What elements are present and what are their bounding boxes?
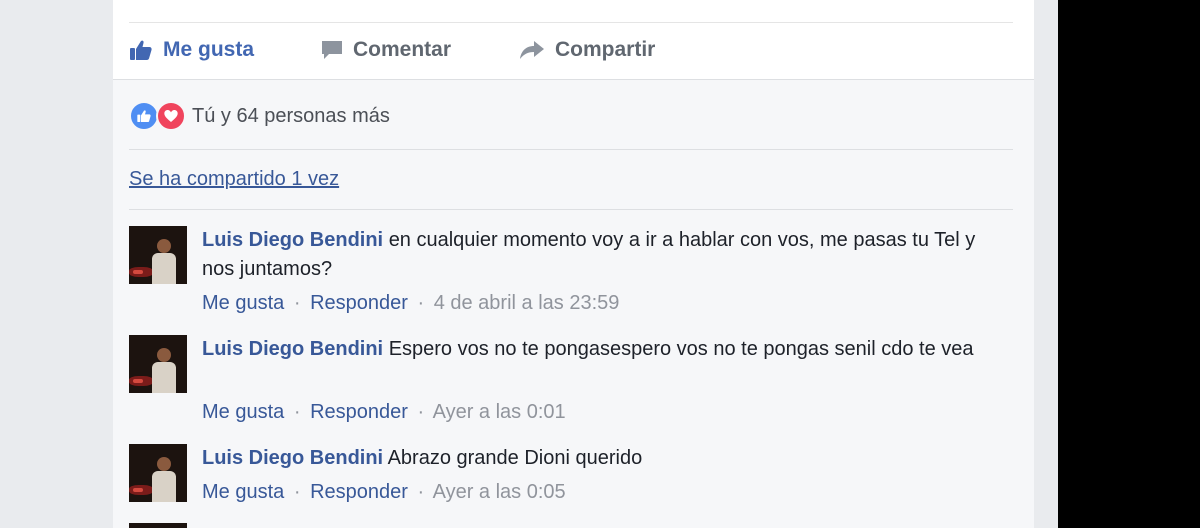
separator: · <box>293 401 301 423</box>
divider <box>129 149 1013 150</box>
share-button[interactable]: Compartir <box>519 37 655 63</box>
share-arrow-icon <box>520 41 544 59</box>
comment-reply-link[interactable]: Responder <box>310 401 408 423</box>
comment-body: Luis Diego Bendini Espero vos no te pong… <box>202 335 1002 364</box>
commenter-avatar[interactable] <box>129 523 187 528</box>
like-button[interactable]: Me gusta <box>129 37 254 63</box>
separator: · <box>417 481 425 503</box>
reactions-count-text: Tú y 64 personas más <box>192 104 390 127</box>
comment-meta: Me gusta · Responder · Ayer a las 0:05 <box>202 481 566 504</box>
shares-link[interactable]: Se ha compartido 1 vez <box>129 168 339 191</box>
share-button-label: Compartir <box>555 38 656 61</box>
separator: · <box>417 401 425 423</box>
like-reaction-icon <box>129 101 159 131</box>
comment-meta: Me gusta · Responder · Ayer a las 0:01 <box>202 401 566 424</box>
comment-body: Luis Diego Bendini en cualquier momento … <box>202 226 1002 284</box>
commenter-avatar[interactable] <box>129 444 187 502</box>
commenter-avatar[interactable] <box>129 335 187 393</box>
separator: · <box>293 481 301 503</box>
comment-text: Espero vos no te pongasespero vos no te … <box>388 338 974 360</box>
comment-like-link[interactable]: Me gusta <box>202 481 284 503</box>
divider <box>129 209 1013 210</box>
comment-icon <box>322 41 342 59</box>
comment-reply-link[interactable]: Responder <box>310 292 408 314</box>
comment-reply-link[interactable]: Responder <box>310 481 408 503</box>
comment-button[interactable]: Comentar <box>321 37 451 63</box>
comment-author-link[interactable]: Luis Diego Bendini <box>202 338 383 360</box>
post-actions-bar: Me gusta Comentar Compartir <box>113 0 1034 80</box>
comment-timestamp[interactable]: Ayer a las 0:05 <box>433 481 566 503</box>
reactions-summary[interactable]: Tú y 64 personas más <box>129 100 390 132</box>
comment-author-link[interactable]: Luis Diego Bendini <box>202 229 383 251</box>
comment-text: Abrazo grande Dioni querido <box>387 447 643 469</box>
comment-author-link[interactable]: Luis Diego Bendini <box>202 447 383 469</box>
comment-body: Luis Diego Bendini Abrazo grande Dioni q… <box>202 444 1002 473</box>
comment-meta: Me gusta · Responder · 4 de abril a las … <box>202 292 619 315</box>
right-margin <box>1058 0 1200 528</box>
commenter-avatar[interactable] <box>129 226 187 284</box>
post-card: Me gusta Comentar Compartir Tú y 64 pers… <box>113 0 1034 528</box>
comment-like-link[interactable]: Me gusta <box>202 401 284 423</box>
thumbs-up-icon <box>130 40 152 60</box>
comment-timestamp[interactable]: Ayer a las 0:01 <box>433 401 566 423</box>
love-reaction-icon <box>156 101 186 131</box>
separator: · <box>417 292 425 314</box>
comment-button-label: Comentar <box>353 38 452 61</box>
separator: · <box>293 292 301 314</box>
like-button-label: Me gusta <box>163 38 255 61</box>
comment-like-link[interactable]: Me gusta <box>202 292 284 314</box>
comment-timestamp[interactable]: 4 de abril a las 23:59 <box>434 292 620 314</box>
divider <box>129 22 1013 23</box>
